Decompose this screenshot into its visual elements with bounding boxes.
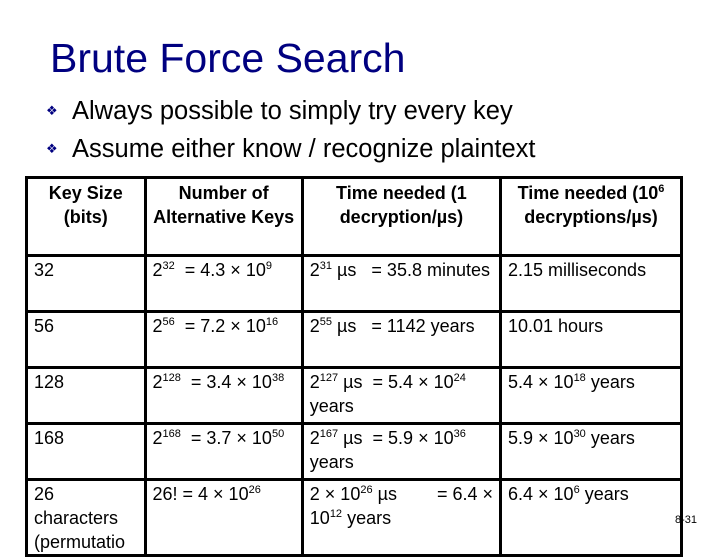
bullet-list: ❖ Always possible to simply try every ke… <box>46 92 535 168</box>
cell-time-1: 2 × 1026 µs = 6.4 × 1012 years <box>300 478 503 557</box>
bullet-text: Always possible to simply try every key <box>72 96 513 125</box>
cell-text: years <box>579 484 629 504</box>
exponent: 55 <box>319 316 333 328</box>
cell-text: 2 <box>309 316 320 336</box>
cell-key-size: 56 <box>25 310 147 369</box>
exponent: 36 <box>453 428 466 440</box>
exponent: 168 <box>162 428 181 440</box>
exponent: 128 <box>162 372 181 384</box>
cell-text: µs = 5.9 × 10 <box>338 428 454 448</box>
key-size-table: Key Size (bits) Number of Alternative Ke… <box>25 176 683 557</box>
cell-text: µs = 35.8 minutes <box>332 260 490 280</box>
cell-time-1: 2127 µs = 5.4 × 1024 years <box>300 366 503 425</box>
header-time-1e6-text: Time needed (10 <box>517 183 659 203</box>
exponent: 26 <box>360 484 373 496</box>
cell-text: 5.4 × 10 <box>508 372 574 392</box>
cell-text: 26! = 4 × 10 <box>152 484 249 504</box>
table-header-row: Key Size (bits) Number of Alternative Ke… <box>25 176 683 257</box>
cell-text: 2 <box>152 316 163 336</box>
cell-text: 2 × 10 <box>309 484 361 504</box>
header-time-1: Time needed (1 decryption/µs) <box>300 176 503 257</box>
four-diamond-bullet-icon: ❖ <box>46 141 58 157</box>
cell-text: 2 <box>309 372 320 392</box>
exponent: 32 <box>162 260 175 272</box>
cell-text: = 3.4 × 10 <box>180 372 272 392</box>
cell-time-1e6: 6.4 × 106 years <box>499 478 683 557</box>
table-row: 26 characters (permutatio 26! = 4 × 1026 2… <box>25 478 683 557</box>
cell-time-1e6: 2.15 milliseconds <box>499 254 683 313</box>
exponent: 127 <box>319 372 339 384</box>
cell-num-keys: 2128 = 3.4 × 1038 <box>143 366 304 425</box>
cell-time-1e6: 10.01 hours <box>499 310 683 369</box>
cell-text: 2.15 milliseconds <box>508 260 647 280</box>
cell-text: = 7.2 × 10 <box>174 316 266 336</box>
table-row: 168 2168 = 3.7 × 1050 2167 µs = 5.9 × 1036… <box>25 422 683 481</box>
exponent: 50 <box>271 428 285 440</box>
exponent: 167 <box>319 428 339 440</box>
header-time-1e6-sup: 6 <box>658 183 665 195</box>
cell-num-keys: 2168 = 3.7 × 1050 <box>143 422 304 481</box>
slide-title: Brute Force Search <box>50 35 406 81</box>
table-row: 56 256 = 7.2 × 1016 255 µs = 1142 years 10.… <box>25 310 683 369</box>
cell-text: 2 <box>309 428 320 448</box>
cell-text: 10.01 hours <box>508 316 604 336</box>
bullet-item: ❖ Always possible to simply try every ke… <box>46 92 535 130</box>
cell-text: 2 <box>152 372 163 392</box>
cell-text: = 3.7 × 10 <box>180 428 272 448</box>
cell-key-size: 32 <box>25 254 147 313</box>
cell-time-1: 231 µs = 35.8 minutes <box>300 254 503 313</box>
cell-num-keys: 26! = 4 × 1026 <box>143 478 304 557</box>
table-row: 32 232 = 4.3 × 109 231 µs = 35.8 minutes 2.… <box>25 254 683 313</box>
header-time-1e6: Time needed (106 decryptions/µs) <box>499 176 683 257</box>
cell-time-1: 2167 µs = 5.9 × 1036 years <box>300 422 503 481</box>
cell-text: µs = 1142 years <box>332 316 475 336</box>
cell-key-size: 26 characters (permutatio <box>25 478 147 557</box>
header-num-keys: Number of Alternative Keys <box>143 176 304 257</box>
exponent: 12 <box>329 508 343 520</box>
cell-num-keys: 232 = 4.3 × 109 <box>143 254 304 313</box>
exponent: 18 <box>573 372 586 384</box>
cell-text: 2 <box>152 428 163 448</box>
cell-text: = 4.3 × 10 <box>174 260 266 280</box>
exponent: 9 <box>265 260 272 272</box>
exponent: 56 <box>162 316 175 328</box>
cell-key-size: 168 <box>25 422 147 481</box>
exponent: 38 <box>271 372 285 384</box>
cell-text: 2 <box>152 260 163 280</box>
exponent: 30 <box>573 428 586 440</box>
cell-text: years <box>585 372 635 392</box>
exponent: 16 <box>265 316 279 328</box>
cell-key-size: 128 <box>25 366 147 425</box>
cell-text: µs = 5.4 × 10 <box>338 372 454 392</box>
exponent: 31 <box>319 260 333 272</box>
exponent: 26 <box>248 484 261 496</box>
header-time-1e6-after: decryptions/µs) <box>524 207 658 227</box>
four-diamond-bullet-icon: ❖ <box>46 103 58 119</box>
exponent: 24 <box>453 372 466 384</box>
bullet-item: ❖ Assume either know / recognize plainte… <box>46 130 535 168</box>
cell-num-keys: 256 = 7.2 × 1016 <box>143 310 304 369</box>
cell-time-1: 255 µs = 1142 years <box>300 310 503 369</box>
cell-time-1e6: 5.4 × 1018 years <box>499 366 683 425</box>
cell-text: years <box>342 508 392 528</box>
bullet-text: Assume either know / recognize plaintext <box>72 134 536 163</box>
header-key-size: Key Size (bits) <box>25 176 147 257</box>
cell-text: 2 <box>309 260 320 280</box>
cell-text: 6.4 × 10 <box>508 484 574 504</box>
cell-text: years <box>585 428 635 448</box>
cell-time-1e6: 5.9 × 1030 years <box>499 422 683 481</box>
cell-text: 5.9 × 10 <box>508 428 574 448</box>
table-row: 128 2128 = 3.4 × 1038 2127 µs = 5.4 × 1024… <box>25 366 683 425</box>
